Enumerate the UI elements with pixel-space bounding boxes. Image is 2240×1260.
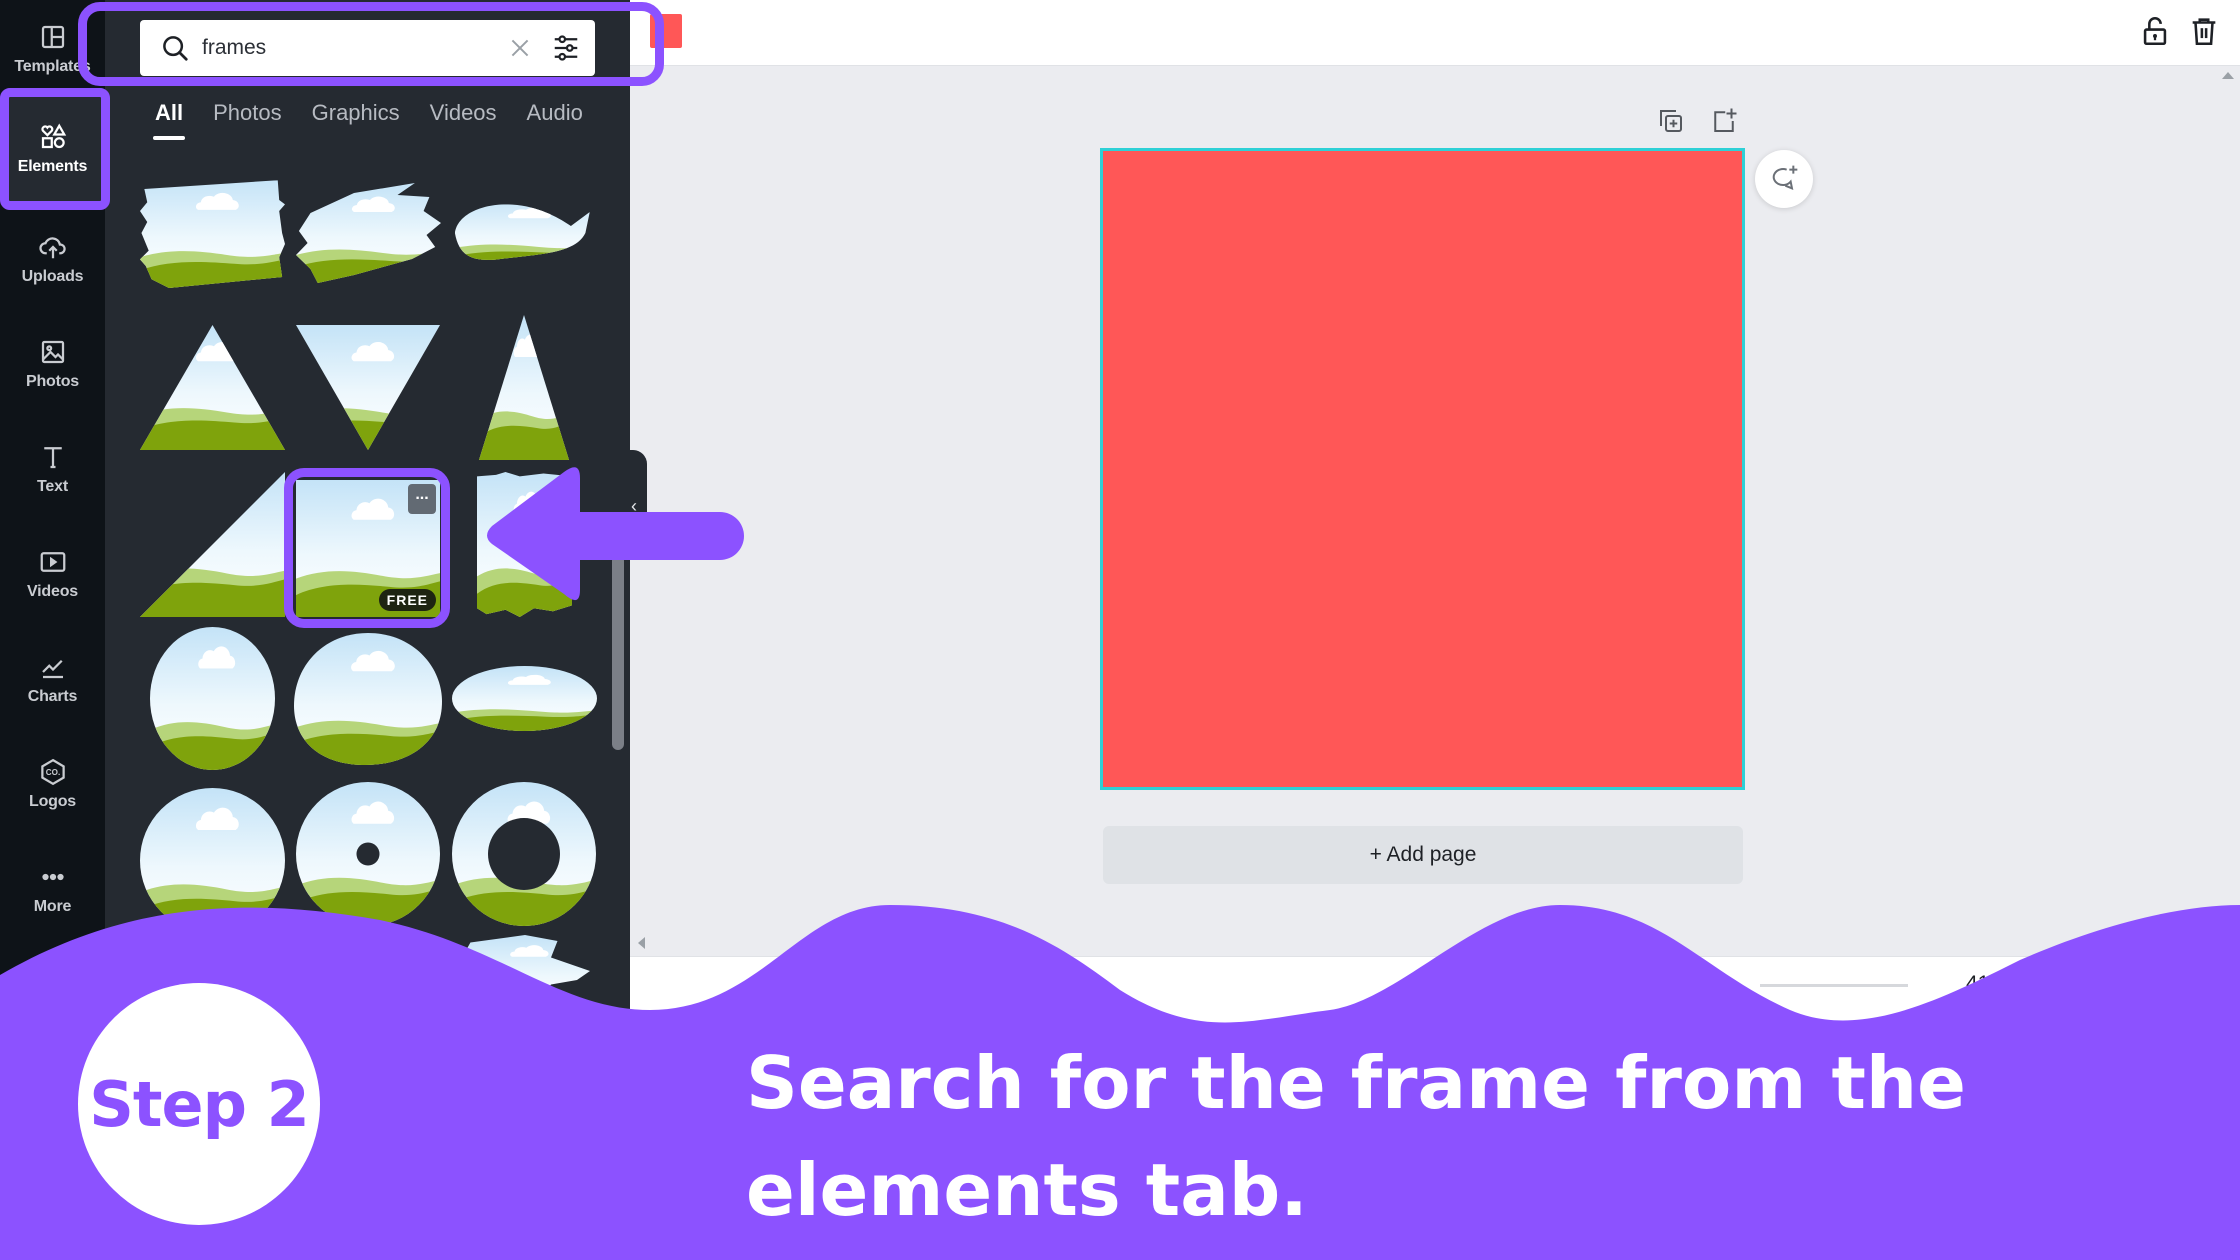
tutorial-screenshot: Templates Elements Uploads Photos Text V… xyxy=(0,0,2240,1260)
search-bar xyxy=(140,20,595,76)
free-badge: FREE xyxy=(378,589,436,611)
duplicate-page-icon[interactable] xyxy=(1656,106,1686,136)
sidebar-item-label: Charts xyxy=(27,687,78,705)
zoom-slider[interactable] xyxy=(1760,984,1908,987)
sidebar-item-label: Elements xyxy=(17,157,88,175)
chart-line-icon xyxy=(41,659,63,678)
zoom-level[interactable]: 41% xyxy=(1966,972,2008,996)
editor-toolbar xyxy=(630,0,2240,66)
sidebar-item-label: Templates xyxy=(14,57,91,75)
unlock-icon[interactable] xyxy=(2138,14,2172,48)
add-comment-button[interactable] xyxy=(1755,150,1813,208)
frame-result-brush-swoosh[interactable] xyxy=(452,198,597,268)
logo-hexagon-icon: CO. xyxy=(40,758,65,785)
sidebar-item-label: Videos xyxy=(27,582,78,600)
sidebar-item-uploads[interactable]: Uploads xyxy=(0,206,105,311)
video-icon xyxy=(40,551,65,572)
frame-result-wide-oval[interactable] xyxy=(452,666,597,731)
sidebar-item-elements[interactable]: Elements xyxy=(0,96,105,201)
step-badge: Step 2 xyxy=(78,983,320,1225)
photo-icon xyxy=(41,340,64,363)
tab-audio[interactable]: Audio xyxy=(527,100,583,140)
frame-result-brush-stroke[interactable] xyxy=(296,183,441,283)
content-tabs: All Photos Graphics Videos Audio xyxy=(152,100,613,140)
text-icon xyxy=(43,446,62,468)
filter-sliders-icon[interactable] xyxy=(551,33,581,63)
frame-result-triangle-down[interactable] xyxy=(296,325,440,450)
frame-result-circle[interactable] xyxy=(140,788,285,933)
scroll-left-arrow-icon[interactable] xyxy=(638,937,645,949)
tab-videos[interactable]: Videos xyxy=(430,100,497,140)
sidebar-item-logos[interactable]: CO. Logos xyxy=(0,731,105,836)
sidebar-item-label: Photos xyxy=(25,372,80,390)
sidebar-item-text[interactable]: Text xyxy=(0,416,105,521)
scroll-up-arrow-icon[interactable] xyxy=(2222,72,2234,79)
frame-result-tall-triangle[interactable] xyxy=(479,315,569,460)
tab-all[interactable]: All xyxy=(152,100,186,140)
templates-icon xyxy=(41,25,64,48)
sidebar-item-label: More xyxy=(33,897,72,915)
design-page[interactable] xyxy=(1100,148,1745,790)
frame-result-blob-circle[interactable] xyxy=(294,633,442,765)
sidebar-item-label: Uploads xyxy=(21,267,84,285)
sidebar-item-more[interactable]: More xyxy=(0,836,105,941)
search-icon xyxy=(163,36,188,61)
search-input[interactable] xyxy=(202,36,502,60)
frame-result-triangle-up[interactable] xyxy=(140,325,285,450)
frame-result-egg-oval[interactable] xyxy=(150,627,275,770)
frame-result-ring[interactable] xyxy=(452,782,596,926)
add-page-icon[interactable] xyxy=(1709,106,1739,136)
frame-result-right-triangle[interactable] xyxy=(140,472,285,617)
frame-result-brush-splash[interactable] xyxy=(330,935,440,1015)
sidebar-item-templates[interactable]: Templates xyxy=(0,0,105,101)
sidebar-item-charts[interactable]: Charts xyxy=(0,626,105,731)
tab-photos[interactable]: Photos xyxy=(213,100,282,140)
more-options-button[interactable]: ... xyxy=(408,484,436,514)
clear-search-icon[interactable] xyxy=(507,35,533,61)
sidebar-item-photos[interactable]: Photos xyxy=(0,311,105,416)
trash-icon[interactable] xyxy=(2187,14,2221,48)
elements-icon xyxy=(40,122,66,148)
tab-graphics[interactable]: Graphics xyxy=(312,100,400,140)
upload-cloud-icon xyxy=(38,236,66,258)
frame-result-brush-splash-2[interactable] xyxy=(460,935,590,1010)
sidebar-item-label: Text xyxy=(37,477,68,495)
frame-result-brush-rectangle[interactable] xyxy=(140,178,285,288)
color-picker-button[interactable] xyxy=(650,14,682,48)
arrow-pointer-icon xyxy=(487,467,744,601)
add-page-button[interactable]: + Add page xyxy=(1103,826,1743,884)
step-label: Step 2 xyxy=(89,1067,309,1141)
more-dots-icon xyxy=(41,873,64,880)
instruction-caption: Search for the frame from the elements t… xyxy=(746,1041,1966,1232)
sidebar-item-label: Logos xyxy=(29,792,76,810)
comment-add-icon xyxy=(1772,165,1798,190)
sidebar-item-videos[interactable]: Videos xyxy=(0,521,105,626)
frame-result-square[interactable]: ... FREE xyxy=(296,480,440,617)
svg-text:CO.: CO. xyxy=(45,768,59,777)
frame-result-circle-dot[interactable] xyxy=(296,782,440,926)
